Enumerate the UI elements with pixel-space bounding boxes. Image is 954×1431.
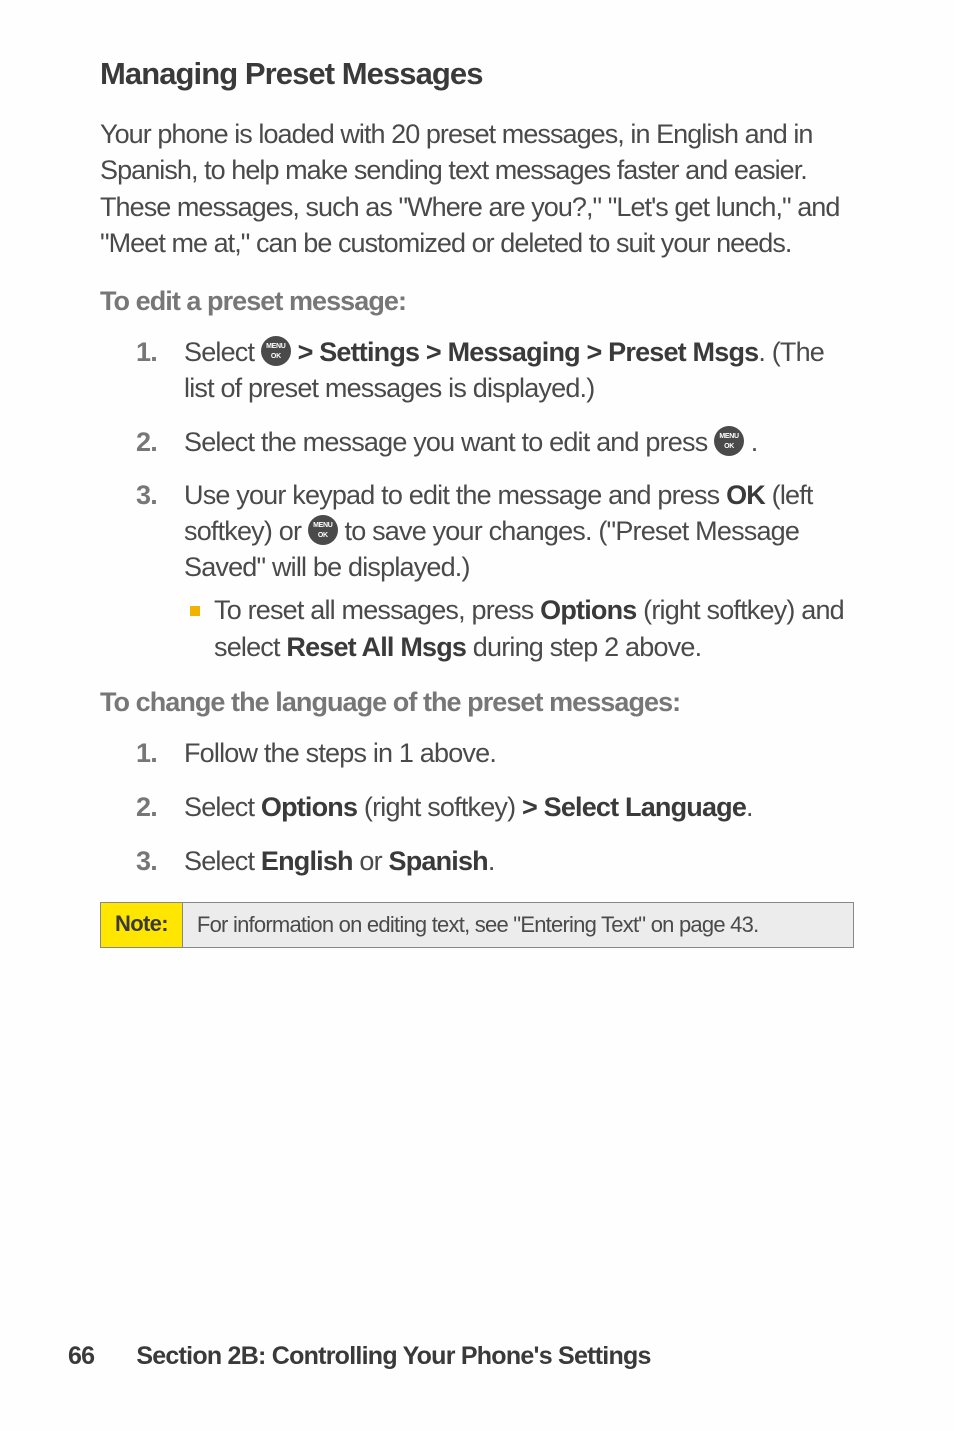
menu-ok-icon: [714, 426, 744, 456]
step-3: Select English or Spanish.: [100, 844, 854, 880]
bullet-suffix: during step 2 above.: [466, 632, 701, 662]
step-text: Select: [184, 337, 261, 367]
page-number: 66: [68, 1342, 94, 1371]
note-box: Note: For information on editing text, s…: [100, 902, 854, 949]
options-label: Options: [540, 595, 636, 625]
step-text: Select: [184, 792, 261, 822]
page-content: Managing Preset Messages Your phone is l…: [0, 0, 954, 948]
sub-bullet: To reset all messages, press Options (ri…: [184, 592, 854, 665]
step-1: Select > Settings > Messaging > Preset M…: [100, 335, 854, 407]
step-text: Use your keypad to edit the message and …: [184, 480, 726, 510]
step-suffix: .: [488, 846, 495, 876]
english-label: English: [261, 846, 353, 876]
spanish-label: Spanish: [389, 846, 488, 876]
section-heading: Managing Preset Messages: [100, 56, 854, 92]
step-text: Select the message you want to edit and …: [184, 427, 714, 457]
steps-lang: Follow the steps in 1 above. Select Opti…: [100, 736, 854, 880]
steps-edit: Select > Settings > Messaging > Preset M…: [100, 335, 854, 665]
select-lang-path: > Select Language: [522, 792, 746, 822]
menu-ok-icon: [308, 515, 338, 545]
step-2: Select the message you want to edit and …: [100, 425, 854, 461]
step-text-suffix: .: [744, 427, 757, 457]
step-suffix: .: [746, 792, 753, 822]
step-text: Select: [184, 846, 261, 876]
ok-label: OK: [726, 480, 765, 510]
intro-paragraph: Your phone is loaded with 20 preset mess…: [100, 116, 854, 262]
note-label: Note:: [101, 903, 183, 948]
page-footer: 66 Section 2B: Controlling Your Phone's S…: [68, 1342, 651, 1371]
options-label: Options: [261, 792, 357, 822]
step-3: Use your keypad to edit the message and …: [100, 478, 854, 665]
subheading-edit: To edit a preset message:: [100, 286, 854, 317]
step-2: Select Options (right softkey) > Select …: [100, 790, 854, 826]
note-body: For information on editing text, see "En…: [183, 903, 853, 948]
step-1: Follow the steps in 1 above.: [100, 736, 854, 772]
section-label: Section 2B: Controlling Your Phone's Set…: [136, 1342, 650, 1370]
sub-bullets: To reset all messages, press Options (ri…: [184, 592, 854, 665]
step-mid: (right softkey): [357, 792, 522, 822]
or-text: or: [353, 846, 389, 876]
step-path: > Settings > Messaging > Preset Msgs: [291, 337, 758, 367]
reset-label: Reset All Msgs: [286, 632, 466, 662]
bullet-text: To reset all messages, press: [214, 595, 540, 625]
menu-ok-icon: [261, 336, 291, 366]
subheading-lang: To change the language of the preset mes…: [100, 687, 854, 718]
